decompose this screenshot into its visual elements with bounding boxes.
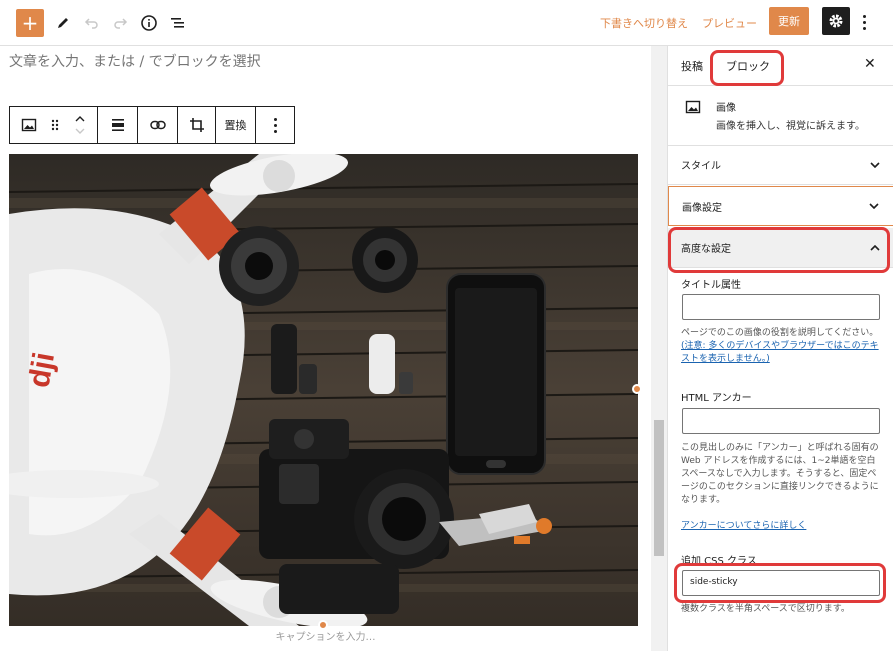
list-view-button[interactable]	[164, 9, 192, 37]
block-type-group	[10, 107, 98, 143]
settings-sidebar: 投稿 ブロック ✕ 画像 画像を挿入し、視覚に訴えます。 スタイル 画像設定 高…	[667, 46, 893, 651]
panel-styles[interactable]: スタイル	[668, 145, 893, 185]
panel-image-settings-label: 画像設定	[682, 202, 722, 214]
drag-handle-icon[interactable]	[50, 118, 60, 132]
image-block-toolbar: 置換	[9, 106, 295, 144]
editor-scrollbar[interactable]	[651, 46, 667, 651]
editor-canvas: 文章を入力、または / でブロックを選択 置換 dji キャプションを入力…	[0, 46, 651, 651]
link-icon	[149, 120, 166, 130]
css-class-help: 複数クラスを半角スペースで区切ります。	[681, 604, 850, 614]
highlight-advanced-panel	[668, 227, 890, 273]
settings-button[interactable]	[822, 7, 850, 35]
title-attribute-label: タイトル属性	[681, 280, 741, 291]
highlight-block-tab	[710, 50, 784, 86]
panel-styles-label: スタイル	[681, 161, 721, 172]
redo-icon	[114, 18, 128, 29]
image-icon[interactable]	[21, 117, 37, 133]
info-icon	[141, 15, 157, 31]
undo-icon	[84, 18, 98, 29]
update-button[interactable]: 更新	[769, 7, 809, 35]
plus-icon: +	[21, 11, 39, 35]
options-menu-button[interactable]	[857, 10, 871, 34]
gear-icon	[829, 14, 843, 28]
more-vertical-icon	[862, 14, 866, 18]
image-block[interactable]: dji	[9, 154, 638, 626]
redo-button[interactable]	[106, 9, 134, 37]
html-anchor-input[interactable]	[682, 408, 880, 434]
replace-label: 置換	[224, 119, 247, 132]
replace-button[interactable]: 置換	[216, 107, 256, 143]
more-vertical-icon	[273, 117, 277, 121]
image-icon	[685, 100, 701, 114]
html-anchor-help: この見出しのみに「アンカー」と呼ばれる固有の Web アドレスを作成するには、1…	[681, 443, 879, 505]
chevron-down-icon	[870, 161, 880, 168]
tools-button[interactable]	[49, 9, 77, 37]
anchor-more-link[interactable]: アンカーについてさらに詳しく	[681, 518, 806, 531]
tab-post[interactable]: 投稿	[681, 58, 703, 74]
pencil-icon	[58, 18, 68, 28]
highlight-css-class	[674, 563, 886, 603]
title-attribute-help: ページでのこの画像の役割を説明してください。 (注意: 多くのデバイスやブラウザー…	[681, 327, 881, 366]
move-up-down-icon[interactable]	[74, 113, 86, 137]
title-attribute-help-link[interactable]: (注意: 多くのデバイスやブラウザーではこのテキストを表示しません。)	[681, 341, 879, 364]
title-attribute-input[interactable]	[682, 294, 880, 320]
link-button[interactable]	[138, 107, 178, 143]
crop-button[interactable]	[178, 107, 216, 143]
title-attribute-help-text: ページでのこの画像の役割を説明してください。	[681, 328, 879, 338]
block-options-button[interactable]	[256, 107, 294, 143]
align-button[interactable]	[98, 107, 138, 143]
switch-to-draft-button[interactable]: 下書きへ切り替え	[600, 15, 688, 31]
list-view-icon	[171, 18, 184, 28]
block-card: 画像 画像を挿入し、視覚に訴えます。	[668, 86, 893, 146]
scrollbar-thumb[interactable]	[654, 420, 664, 556]
details-button[interactable]	[135, 9, 163, 37]
block-card-title: 画像	[716, 103, 736, 114]
add-block-button[interactable]: +	[16, 9, 44, 37]
block-placeholder[interactable]: 文章を入力、または / でブロックを選択	[9, 51, 261, 71]
chevron-down-icon	[869, 203, 879, 209]
preview-button[interactable]: プレビュー	[702, 15, 757, 31]
close-icon[interactable]: ✕	[864, 56, 876, 72]
crop-icon	[189, 118, 204, 132]
editor-header: + 下書きへ切り替え プレビュー 更新	[0, 0, 893, 46]
html-anchor-label: HTML アンカー	[681, 393, 752, 404]
panel-image-settings[interactable]: 画像設定	[668, 186, 893, 226]
block-card-description: 画像を挿入し、視覚に訴えます。	[716, 121, 865, 132]
svg-text:dji: dji	[23, 350, 62, 390]
align-center-icon	[111, 119, 124, 131]
undo-button[interactable]	[78, 9, 106, 37]
drone-camera-photo: dji	[9, 154, 638, 626]
image-caption[interactable]: キャプションを入力…	[0, 628, 651, 643]
resize-handle-right[interactable]	[632, 384, 642, 394]
